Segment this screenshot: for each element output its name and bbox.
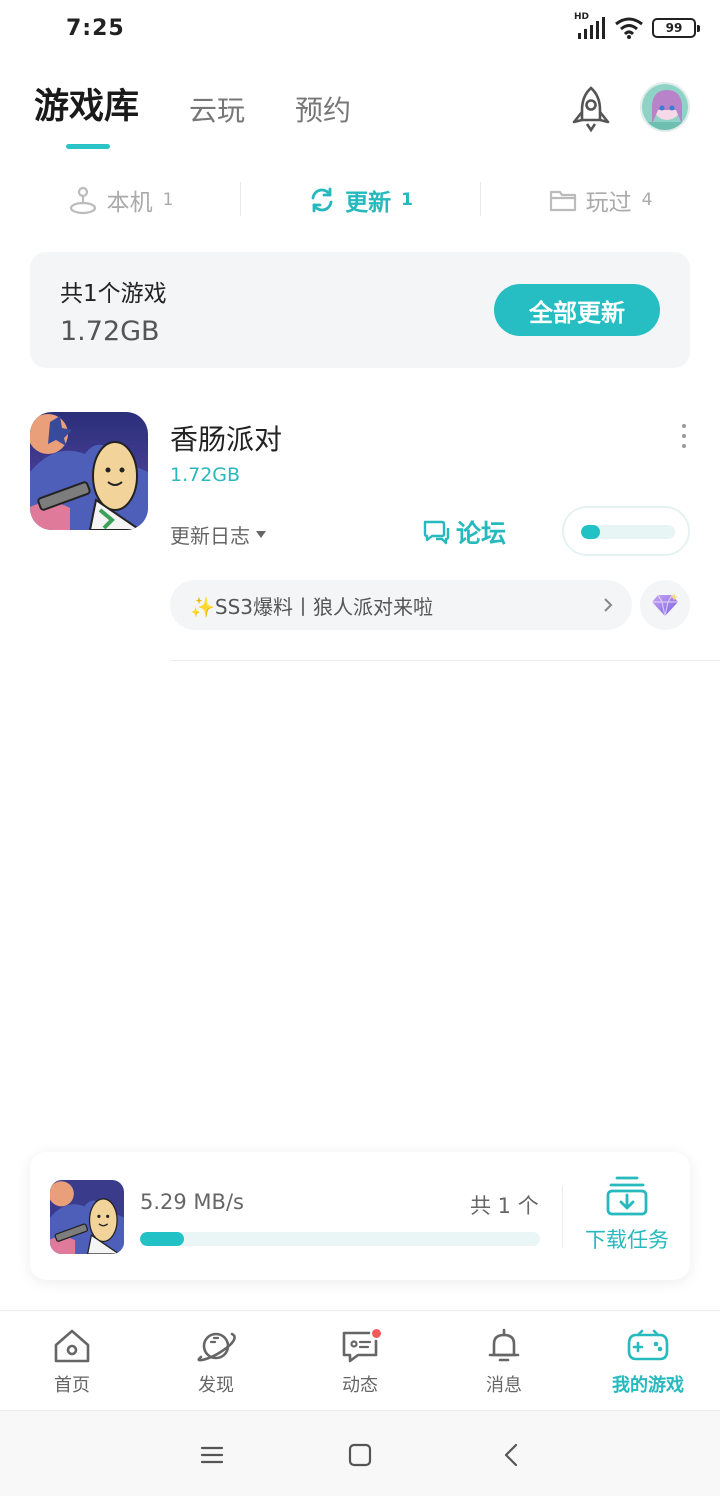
download-count: 共 1 个	[470, 1194, 539, 1218]
download-tasks-button[interactable]: 下载任务	[582, 1176, 672, 1254]
nav-activity[interactable]: 动态	[288, 1311, 432, 1410]
list-divider	[170, 660, 720, 661]
download-progress-track	[140, 1232, 540, 1246]
sub-tab-update-label: 更新	[345, 190, 392, 216]
news-banner[interactable]: ✨SS3爆料丨狼人派对来啦	[170, 580, 632, 630]
sub-tabs: 本机 1 更新 1 玩过 4	[0, 180, 720, 220]
status-time: 7:25	[66, 16, 125, 41]
tab-reservation[interactable]: 预约	[295, 89, 351, 129]
forum-icon	[423, 520, 450, 545]
device-icon	[69, 186, 96, 215]
back-icon[interactable]	[498, 1441, 526, 1469]
download-status-card[interactable]: 5.29 MB/s 共 1 个 下载任务	[30, 1152, 690, 1280]
update-progress-fill	[581, 525, 600, 539]
refresh-icon	[311, 187, 333, 213]
more-dot-icon	[682, 434, 686, 438]
gamepad-icon	[627, 1329, 669, 1361]
rocket-button[interactable]	[566, 84, 616, 134]
download-tasks-label: 下载任务	[585, 1228, 669, 1252]
download-card-divider	[562, 1186, 563, 1248]
download-tray-icon	[606, 1176, 648, 1216]
nav-messages[interactable]: 消息	[432, 1311, 576, 1410]
summary-title: 共1个游戏	[60, 281, 167, 307]
diamond-icon	[652, 593, 678, 617]
home-icon	[54, 1329, 90, 1363]
notification-badge	[370, 1327, 383, 1340]
bell-icon	[488, 1328, 520, 1362]
sub-tab-update[interactable]: 更新 1	[240, 180, 480, 220]
status-icons: HD 99	[574, 12, 700, 40]
news-text: ✨SS3爆料丨狼人派对来啦	[190, 594, 434, 619]
download-progress-fill	[140, 1232, 184, 1246]
header-tabs: 游戏库 云玩 预约	[34, 78, 351, 149]
update-all-button[interactable]: 全部更新	[494, 284, 660, 336]
nav-my-games-label: 我的游戏	[612, 1375, 684, 1396]
planet-icon	[197, 1332, 236, 1362]
more-dot-icon	[682, 424, 686, 428]
downloading-game-icon	[50, 1180, 124, 1254]
nav-home-label: 首页	[54, 1375, 90, 1396]
home-square-icon[interactable]	[346, 1441, 374, 1469]
game-name[interactable]: 香肠派对	[170, 418, 282, 458]
chevron-right-icon	[604, 598, 613, 612]
caret-down-icon	[256, 531, 266, 538]
sub-tab-local-count: 1	[162, 190, 174, 210]
folder-icon	[549, 190, 576, 212]
status-bar: 7:25 HD 99	[0, 0, 720, 60]
wifi-icon	[615, 17, 643, 39]
nav-discover-label: 发现	[198, 1375, 234, 1396]
nav-my-games[interactable]: 我的游戏	[576, 1311, 720, 1410]
forum-label: 论坛	[456, 519, 507, 548]
sub-tab-update-count: 1	[401, 190, 413, 210]
bottom-nav: 首页 发现 动态 消息 我的游戏	[0, 1310, 720, 1410]
changelog-toggle[interactable]: 更新日志	[170, 520, 266, 549]
changelog-label: 更新日志	[170, 524, 250, 548]
avatar[interactable]	[640, 82, 690, 132]
tab-cloud-play[interactable]: 云玩	[189, 89, 245, 129]
gem-button[interactable]	[640, 580, 690, 630]
more-options-button[interactable]	[676, 424, 692, 448]
nav-messages-label: 消息	[486, 1375, 522, 1396]
sub-tab-played-count: 4	[641, 190, 653, 210]
battery-indicator: 99	[652, 18, 700, 38]
tab-game-library[interactable]: 游戏库	[34, 78, 140, 149]
menu-icon[interactable]	[198, 1441, 226, 1469]
nav-home[interactable]: 首页	[0, 1311, 144, 1410]
download-speed: 5.29 MB/s	[140, 1190, 244, 1214]
nav-activity-label: 动态	[342, 1375, 378, 1396]
sub-tab-local[interactable]: 本机 1	[0, 180, 240, 220]
more-dot-icon	[682, 444, 686, 448]
summary-size: 1.72GB	[60, 316, 160, 347]
sub-tab-played-label: 玩过	[585, 190, 632, 216]
active-tab-indicator	[66, 144, 110, 149]
game-icon[interactable]	[30, 412, 148, 530]
update-summary-card: 共1个游戏 1.72GB 全部更新	[30, 252, 690, 368]
rocket-icon	[572, 86, 610, 133]
system-nav-bar	[0, 1410, 720, 1496]
sub-tab-local-label: 本机	[106, 190, 153, 216]
update-progress-track	[581, 525, 675, 539]
update-progress-button[interactable]	[562, 506, 690, 556]
forum-button[interactable]: 论坛	[422, 514, 506, 550]
sub-tab-played[interactable]: 玩过 4	[480, 180, 720, 220]
signal-icon: HD	[574, 12, 606, 40]
game-list-item: 香肠派对 1.72GB 更新日志 论坛 ✨SS3爆料丨狼人派对来啦	[0, 410, 720, 662]
game-size: 1.72GB	[170, 464, 241, 486]
nav-discover[interactable]: 发现	[144, 1311, 288, 1410]
tab-game-library-label: 游戏库	[34, 87, 140, 127]
